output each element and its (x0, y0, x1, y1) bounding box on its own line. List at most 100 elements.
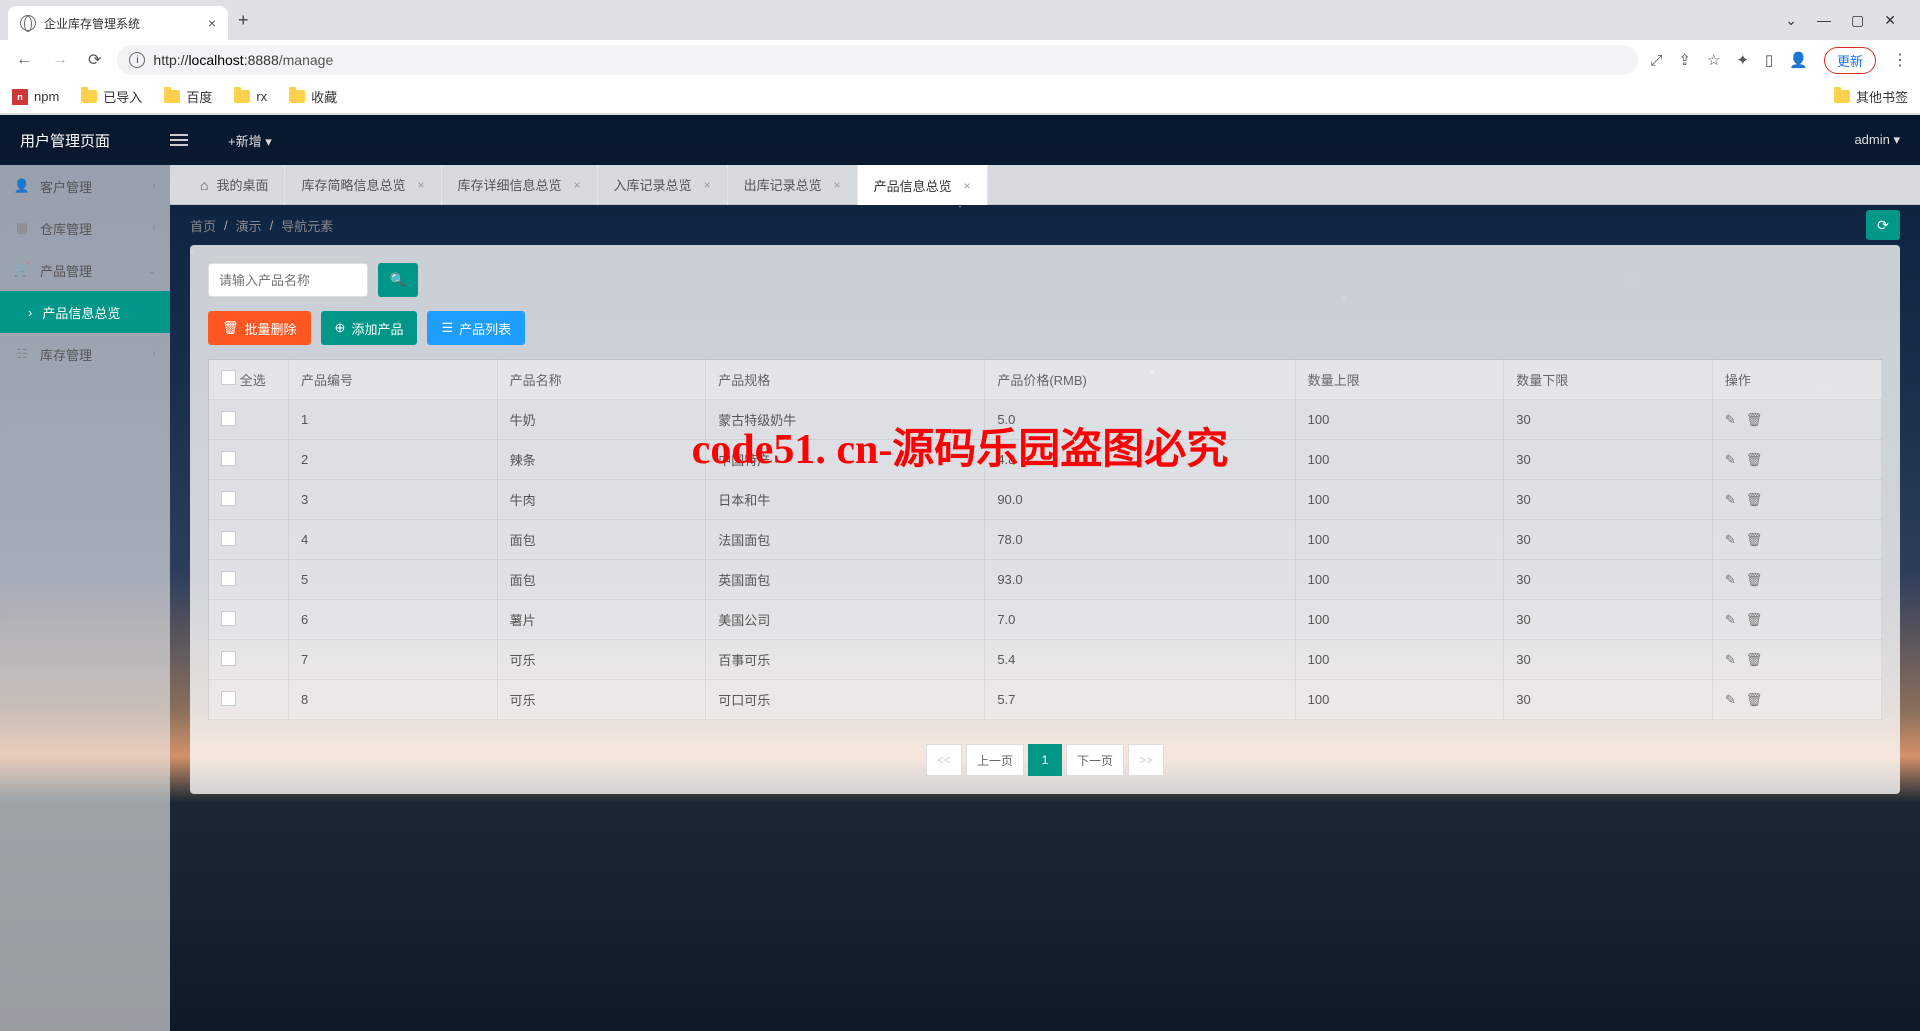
close-icon[interactable]: × (574, 178, 581, 192)
tab-content[interactable]: 产品信息总览× (858, 165, 988, 205)
dropdown-icon[interactable]: ⌄ (1785, 12, 1797, 29)
bookmark-imported[interactable]: 已导入 (81, 87, 142, 106)
star-icon[interactable]: ☆ (1707, 51, 1720, 69)
url-input[interactable]: i http://localhost:8888/manage (117, 45, 1638, 75)
page-last[interactable]: >> (1128, 744, 1164, 776)
sidebar-item-product[interactable]: 🛒 产品管理 ⌄ (0, 249, 170, 291)
browser-tab-title: 企业库存管理系统 (44, 15, 140, 32)
close-icon[interactable]: × (418, 178, 425, 192)
cell-price: 90.0 (985, 480, 1295, 520)
page-first[interactable]: << (926, 744, 962, 776)
delete-icon[interactable]: 🗑 (1746, 532, 1763, 548)
row-checkbox[interactable] (221, 651, 236, 666)
row-checkbox[interactable] (221, 491, 236, 506)
row-checkbox[interactable] (221, 411, 236, 426)
delete-icon[interactable]: 🗑 (1746, 572, 1763, 588)
user-menu[interactable]: admin ▾ (1854, 132, 1900, 148)
delete-icon[interactable]: 🗑 (1746, 412, 1763, 428)
page-prev[interactable]: 上一页 (966, 744, 1024, 776)
sidebar-sub-product-info[interactable]: › 产品信息总览 (0, 291, 170, 333)
delete-icon[interactable]: 🗑 (1746, 652, 1763, 668)
bookmark-baidu[interactable]: 百度 (164, 87, 212, 106)
table-header: 数量上限 (1295, 360, 1504, 400)
sidebar-item-warehouse[interactable]: ▦ 仓库管理 ‹ (0, 207, 170, 249)
bookmark-fav[interactable]: 收藏 (289, 87, 337, 106)
cell-max: 100 (1295, 680, 1504, 720)
menu-toggle-icon[interactable] (170, 139, 188, 141)
close-icon[interactable]: × (834, 178, 841, 192)
sidebar-item-inventory[interactable]: ☷ 库存管理 ‹ (0, 333, 170, 375)
profile-icon[interactable]: 👤 (1789, 51, 1808, 69)
batch-delete-button[interactable]: 🗑批量删除 (208, 311, 311, 345)
edit-icon[interactable]: ✎ (1725, 572, 1736, 588)
edit-icon[interactable]: ✎ (1725, 692, 1736, 708)
reload-icon[interactable]: ⟳ (84, 46, 105, 74)
delete-icon[interactable]: 🗑 (1746, 612, 1763, 628)
row-checkbox[interactable] (221, 611, 236, 626)
edit-icon[interactable]: ✎ (1725, 492, 1736, 508)
product-table: 全选产品编号产品名称产品规格产品价格(RMB)数量上限数量下限操作 1牛奶蒙古特… (208, 359, 1882, 720)
tab-content[interactable]: 库存简略信息总览× (285, 165, 441, 205)
row-actions: ✎🗑 (1725, 652, 1869, 668)
pagination: << 上一页 1 下一页 >> (208, 744, 1882, 776)
new-tab-button[interactable]: + (238, 10, 249, 31)
add-dropdown[interactable]: +新增 ▾ (228, 131, 272, 150)
search-button[interactable]: 🔍 (378, 263, 418, 297)
edit-icon[interactable]: ✎ (1725, 532, 1736, 548)
minimize-icon[interactable]: — (1817, 12, 1831, 29)
cell-id: 6 (289, 600, 498, 640)
back-icon[interactable]: ← (12, 47, 36, 73)
tab-content[interactable]: 库存详细信息总览× (442, 165, 598, 205)
maximize-icon[interactable]: ▢ (1851, 12, 1864, 29)
browser-tab[interactable]: 企业库存管理系统 × (8, 6, 228, 40)
row-checkbox[interactable] (221, 451, 236, 466)
edit-icon[interactable]: ✎ (1725, 652, 1736, 668)
add-product-button[interactable]: ⊕添加产品 (321, 311, 418, 345)
panel-icon[interactable]: ▯ (1765, 51, 1773, 69)
site-info-icon[interactable]: i (129, 52, 145, 68)
edit-icon[interactable]: ✎ (1725, 612, 1736, 628)
cell-min: 30 (1504, 560, 1713, 600)
zoom-icon[interactable]: ⤢ (1650, 52, 1662, 69)
folder-icon (289, 90, 305, 103)
refresh-button[interactable]: ⟳ (1866, 210, 1900, 240)
cell-min: 30 (1504, 440, 1713, 480)
cell-max: 100 (1295, 440, 1504, 480)
tab-content[interactable]: 入库记录总览× (598, 165, 728, 205)
share-icon[interactable]: ⇪ (1678, 51, 1691, 69)
sidebar-item-customer[interactable]: 👤 客户管理 ‹ (0, 165, 170, 207)
checkbox-all[interactable] (221, 370, 236, 385)
warehouse-icon: ▦ (14, 220, 30, 236)
bookmark-rx[interactable]: rx (234, 89, 267, 104)
product-list-button[interactable]: ☰产品列表 (427, 311, 525, 345)
close-icon[interactable]: × (964, 179, 971, 193)
update-button[interactable]: 更新 (1824, 47, 1876, 74)
row-checkbox[interactable] (221, 571, 236, 586)
page-next[interactable]: 下一页 (1066, 744, 1124, 776)
extension-icon[interactable]: ✦ (1736, 51, 1749, 69)
page-current[interactable]: 1 (1028, 744, 1062, 776)
toolbar-icons: ⤢ ⇪ ☆ ✦ ▯ 👤 更新 ⋮ (1650, 47, 1908, 74)
edit-icon[interactable]: ✎ (1725, 452, 1736, 468)
menu-icon[interactable]: ⋮ (1892, 50, 1908, 70)
crumb-demo[interactable]: 演示 (236, 216, 262, 235)
close-icon[interactable]: × (704, 178, 711, 192)
other-bookmarks[interactable]: 其他书签 (1834, 87, 1908, 106)
delete-icon[interactable]: 🗑 (1746, 692, 1763, 708)
close-icon[interactable]: × (208, 15, 216, 31)
search-input[interactable] (208, 263, 368, 297)
table-row: 2辣条中国特产4.810030✎🗑 (209, 440, 1882, 480)
delete-icon[interactable]: 🗑 (1746, 452, 1763, 468)
crumb-home[interactable]: 首页 (190, 216, 216, 235)
tab-home[interactable]: ⌂ 我的桌面 (184, 165, 285, 205)
row-checkbox[interactable] (221, 691, 236, 706)
close-window-icon[interactable]: ✕ (1884, 12, 1896, 29)
row-checkbox[interactable] (221, 531, 236, 546)
delete-icon[interactable]: 🗑 (1746, 492, 1763, 508)
cell-min: 30 (1504, 400, 1713, 440)
edit-icon[interactable]: ✎ (1725, 412, 1736, 428)
cell-max: 100 (1295, 600, 1504, 640)
content-tabs: ⌂ 我的桌面 库存简略信息总览×库存详细信息总览×入库记录总览×出库记录总览×产… (170, 165, 1920, 205)
tab-content[interactable]: 出库记录总览× (728, 165, 858, 205)
bookmark-npm[interactable]: nnpm (12, 89, 59, 105)
